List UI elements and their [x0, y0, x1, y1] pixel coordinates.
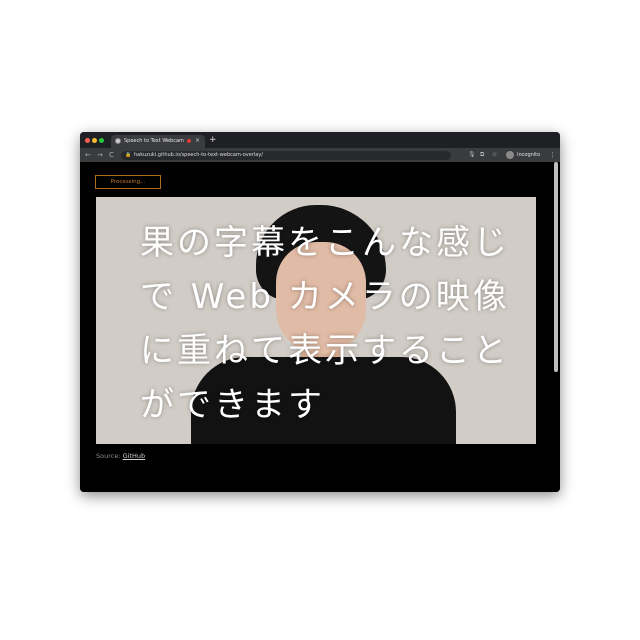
back-arrow-icon[interactable]: ←: [85, 150, 91, 160]
browser-toolbar: ← → C 🔒 hakuzuki.github.io/speech-to-tex…: [80, 148, 560, 162]
url-text[interactable]: hakuzuki.github.io/speech-to-text-webcam…: [134, 152, 263, 159]
tab-title: Speech to Text Webcam O: [124, 138, 184, 144]
incognito-avatar-icon[interactable]: [506, 151, 514, 159]
translate-icon[interactable]: ⧉: [480, 151, 484, 159]
close-window-button[interactable]: [85, 138, 90, 143]
reload-icon[interactable]: C: [109, 150, 114, 160]
source-prefix: Source:: [96, 452, 123, 460]
recording-indicator-icon: [187, 139, 191, 143]
forward-arrow-icon[interactable]: →: [97, 150, 103, 160]
github-link[interactable]: GitHub: [123, 452, 146, 460]
github-favicon-icon: [115, 138, 121, 144]
new-tab-button[interactable]: +: [209, 135, 217, 145]
tab-close-icon[interactable]: ×: [195, 137, 200, 145]
tab-active[interactable]: Speech to Text Webcam O ×: [111, 135, 205, 148]
source-line: Source: GitHub: [96, 452, 145, 461]
page-content: Processing... 果の字幕をこんな感じで Web カメラの映像に重ねて…: [80, 162, 560, 492]
address-bar[interactable]: 🔒 hakuzuki.github.io/speech-to-text-webc…: [121, 151, 451, 160]
bookmark-star-icon[interactable]: ☆: [492, 151, 497, 159]
lock-icon: 🔒: [125, 152, 132, 158]
scrollbar[interactable]: [554, 162, 558, 372]
browser-menu-icon[interactable]: ⋮: [549, 150, 556, 160]
minimize-window-button[interactable]: [92, 138, 97, 143]
maximize-window-button[interactable]: [99, 138, 104, 143]
processing-button[interactable]: Processing...: [95, 175, 161, 189]
subtitle-overlay: 果の字幕をこんな感じで Web カメラの映像に重ねて表示することができます: [140, 223, 510, 425]
microphone-icon[interactable]: 🎙: [468, 151, 476, 159]
tab-bar: Speech to Text Webcam O × +: [80, 132, 560, 148]
browser-window: Speech to Text Webcam O × + ← → C 🔒 haku…: [80, 132, 560, 492]
webcam-video: 果の字幕をこんな感じで Web カメラの映像に重ねて表示することができます: [96, 197, 536, 444]
incognito-label[interactable]: Incognito: [517, 151, 540, 159]
